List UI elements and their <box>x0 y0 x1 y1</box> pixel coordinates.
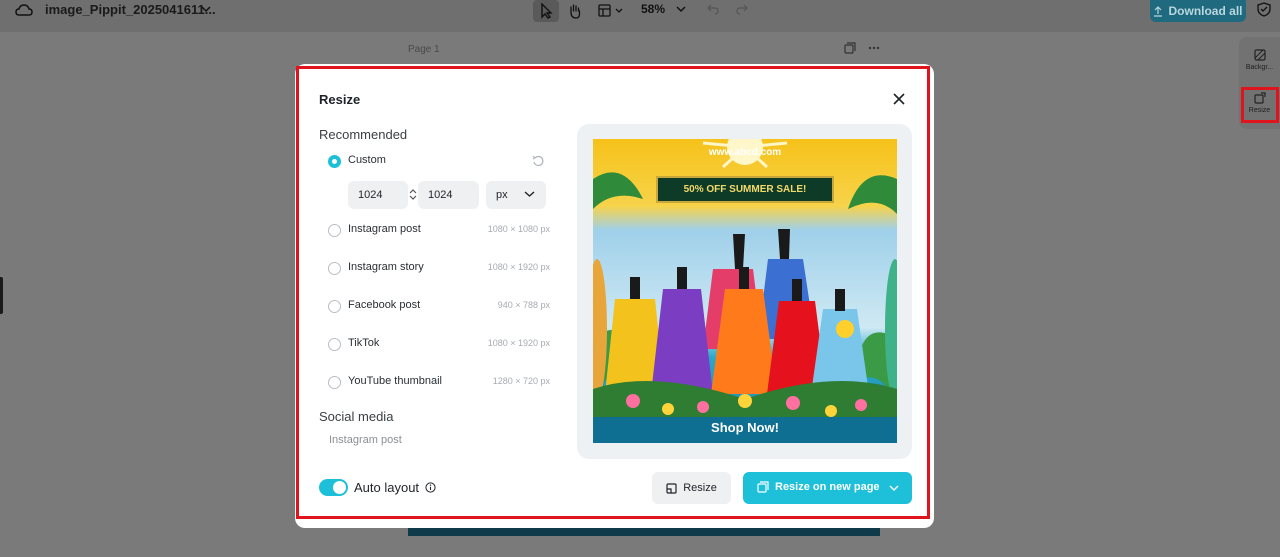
hand-tool[interactable] <box>563 0 587 22</box>
resize-button-label: Resize <box>683 482 717 494</box>
undo-icon[interactable] <box>707 3 719 15</box>
cloud-icon[interactable] <box>15 2 33 18</box>
hand-icon <box>570 4 581 19</box>
layout-icon <box>598 4 623 17</box>
rail-background-label: Backgr... <box>1245 64 1274 71</box>
reset-icon[interactable] <box>532 155 544 167</box>
chevron-down-icon[interactable] <box>889 484 899 492</box>
chevron-down-icon[interactable] <box>200 4 212 14</box>
option-label: Custom <box>348 154 386 166</box>
auto-layout-label: Auto layout <box>354 480 420 495</box>
resize-icon <box>666 482 677 494</box>
toggle-knob <box>333 481 346 494</box>
preview-cta: Shop Now! <box>711 420 779 435</box>
radio-youtube-thumbnail[interactable] <box>328 376 341 389</box>
chevron-down-icon <box>524 191 535 197</box>
recommended-heading: Recommended <box>319 127 408 142</box>
width-input[interactable]: 1024 <box>348 181 408 209</box>
duplicate-page-icon[interactable] <box>844 42 856 54</box>
option-dimensions: 1080 × 1920 px <box>487 338 550 348</box>
aspect-lock-icon[interactable] <box>408 188 418 201</box>
page-label: Page 1 <box>408 44 440 55</box>
dialog-title: Resize <box>319 92 361 107</box>
shield-icon[interactable] <box>1257 2 1271 17</box>
preview-image: www.abcd.com 50% OFF SUMMER SALE! Shop N… <box>593 139 897 443</box>
canvas-page-edge <box>408 528 880 536</box>
radio-instagram-post[interactable] <box>328 224 341 237</box>
height-input[interactable]: 1024 <box>418 181 479 209</box>
option-label: Facebook post <box>348 299 421 311</box>
close-icon[interactable] <box>892 92 906 106</box>
option-dimensions: 940 × 788 px <box>497 300 550 310</box>
select-tool[interactable] <box>533 0 559 22</box>
resize-on-new-page-label: Resize on new page <box>775 481 880 493</box>
option-dimensions: 1080 × 1080 px <box>487 224 550 234</box>
chevron-down-icon[interactable] <box>676 4 686 14</box>
radio-tiktok[interactable] <box>328 338 341 351</box>
option-instagram-story[interactable]: Instagram story 1080 × 1920 px <box>328 260 550 278</box>
new-page-icon <box>757 481 769 493</box>
option-dimensions: 1280 × 720 px <box>492 376 550 386</box>
left-panel-tab[interactable] <box>0 277 3 314</box>
option-dimensions: 1080 × 1920 px <box>487 262 550 272</box>
option-label: Instagram story <box>348 261 424 273</box>
option-youtube-thumbnail[interactable]: YouTube thumbnail 1280 × 720 px <box>328 374 550 392</box>
preview-url: www.abcd.com <box>708 147 782 158</box>
option-custom[interactable]: Custom <box>328 153 550 171</box>
resize-on-new-page-button[interactable]: Resize on new page <box>743 472 912 504</box>
social-media-item[interactable]: Instagram post <box>329 434 402 446</box>
info-icon[interactable] <box>425 482 436 493</box>
upload-icon <box>1154 5 1163 17</box>
download-all-button[interactable]: Download all <box>1150 0 1246 22</box>
option-instagram-post[interactable]: Instagram post 1080 × 1080 px <box>328 222 550 240</box>
layout-tool[interactable] <box>596 0 628 22</box>
top-toolbar: image_Pippit_2025041611... 58% Download … <box>0 0 1280 32</box>
auto-layout-toggle[interactable] <box>319 479 348 496</box>
download-all-label: Download all <box>1168 4 1243 18</box>
more-options-icon[interactable] <box>868 42 880 54</box>
option-label: YouTube thumbnail <box>348 375 442 387</box>
radio-instagram-story[interactable] <box>328 262 341 275</box>
rail-background-button[interactable]: Backgr... <box>1239 49 1280 71</box>
radio-custom[interactable] <box>328 155 341 168</box>
option-label: Instagram post <box>348 223 421 235</box>
cursor-icon <box>541 3 553 19</box>
radio-facebook-post[interactable] <box>328 300 341 313</box>
page-actions <box>844 42 880 54</box>
redo-icon[interactable] <box>736 3 748 15</box>
file-name[interactable]: image_Pippit_2025041611... <box>45 2 216 17</box>
preview-banner: 50% OFF SUMMER SALE! <box>656 176 834 203</box>
resize-button[interactable]: Resize <box>652 472 731 504</box>
background-icon <box>1253 49 1266 61</box>
option-facebook-post[interactable]: Facebook post 940 × 788 px <box>328 298 550 316</box>
option-label: TikTok <box>348 337 380 349</box>
zoom-level[interactable]: 58% <box>641 2 665 16</box>
rail-resize-highlight <box>1241 87 1279 123</box>
social-media-heading: Social media <box>319 409 394 424</box>
option-tiktok[interactable]: TikTok 1080 × 1920 px <box>328 336 550 354</box>
unit-select[interactable]: px <box>486 181 546 209</box>
